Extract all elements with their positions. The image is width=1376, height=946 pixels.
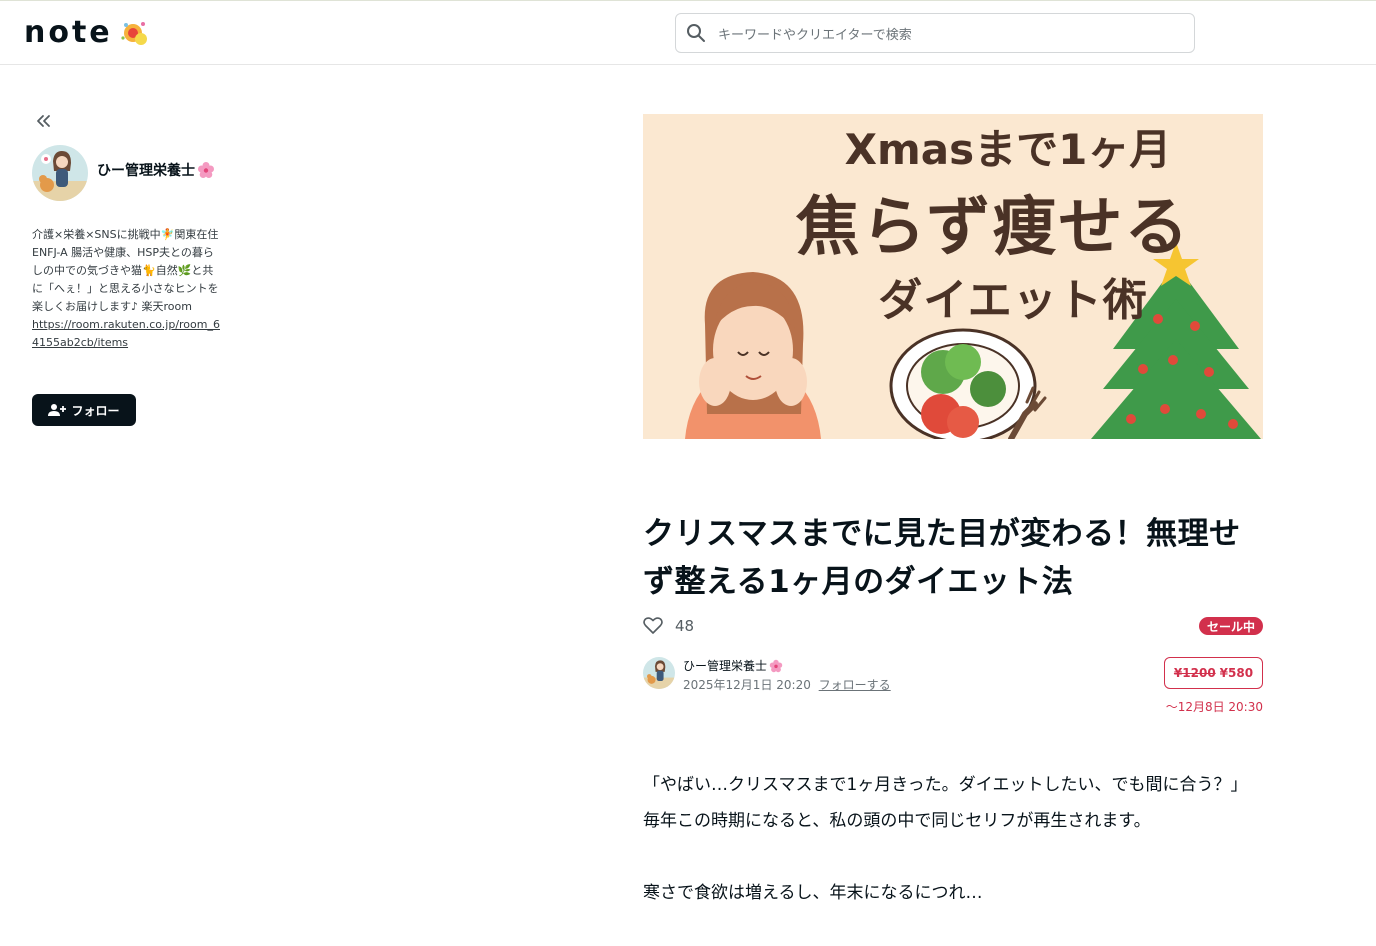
search-bar[interactable]: キーワードやクリエイターで検索 <box>675 13 1195 53</box>
site-header: note キーワードやクリエイターで検索 <box>0 1 1376 65</box>
note-logo[interactable]: note <box>24 17 151 49</box>
flower-icon <box>198 162 214 178</box>
follow-user-icon <box>48 404 67 416</box>
sidebar-author-name[interactable]: ひー管理栄養士 <box>97 160 215 180</box>
article-body: 「やばい…クリスマスまで1ヶ月きった。ダイエットしたい、でも間に合う？」 毎年こ… <box>643 767 1263 911</box>
flower-icon <box>769 659 783 672</box>
logo-badge-icon <box>121 22 147 45</box>
price-button[interactable]: ¥1200 ¥580 <box>1164 657 1263 689</box>
article-author-name[interactable]: ひー管理栄養士 <box>683 657 783 674</box>
paragraph: 毎年この時期になると、私の頭の中で同じセリフが再生されます。 <box>643 811 1151 831</box>
search-input[interactable]: キーワードやクリエイターで検索 <box>718 24 912 43</box>
rakuten-room-link[interactable]: https://room.rakuten.co.jp/room_64155ab2… <box>32 316 224 352</box>
author-bio: 介護×栄養×SNSに挑戦中🧚関東在住 ENFJ-A 腸活や健康、HSP夫との暮ら… <box>32 226 224 352</box>
hero-headline-2: 焦らず痩せる <box>795 191 1191 265</box>
sale-end-date: 〜12月8日 20:30 <box>1165 700 1263 714</box>
like-count: 48 <box>675 617 695 635</box>
article-meta: 2025年12月1日 20:20 フォローする <box>683 676 891 693</box>
collapse-sidebar-icon[interactable] <box>33 110 55 132</box>
original-price: ¥1200 <box>1173 666 1216 680</box>
sidebar-author-name-text: ひー管理栄養士 <box>97 163 195 179</box>
article-title: クリスマスまでに見た目が変わる！無理せず整える1ヶ月のダイエット法 <box>643 516 1241 600</box>
search-icon <box>687 24 705 42</box>
paragraph: 「やばい…クリスマスまで1ヶ月きった。ダイエットしたい、でも間に合う？」 <box>643 775 1248 795</box>
logo-text: note <box>24 15 113 50</box>
hero-image: Xmasまで1ヶ月 焦らず痩せる ダイエット術 <box>643 114 1263 439</box>
publish-date: 2025年12月1日 20:20 <box>683 678 811 692</box>
follow-button-label: フォロー <box>71 403 120 418</box>
follow-button[interactable]: フォロー <box>32 394 136 426</box>
follow-link[interactable]: フォローする <box>819 678 891 692</box>
author-bio-text: 介護×栄養×SNSに挑戦中🧚関東在住 ENFJ-A 腸活や健康、HSP夫との暮ら… <box>32 228 219 313</box>
hero-headline-1: Xmasまで1ヶ月 <box>844 125 1172 174</box>
sale-badge: セール中 <box>1199 617 1263 635</box>
author-avatar[interactable] <box>32 145 88 201</box>
sale-price: ¥580 <box>1219 666 1254 680</box>
paragraph: 寒さで食欲は増えるし、年末になるにつれ… <box>643 883 983 903</box>
hero-headline-3: ダイエット術 <box>878 275 1148 326</box>
article-author-name-text: ひー管理栄養士 <box>683 659 768 673</box>
article-author-avatar[interactable] <box>643 657 675 689</box>
heart-icon[interactable] <box>643 617 663 635</box>
like-area[interactable]: 48 <box>643 617 694 635</box>
